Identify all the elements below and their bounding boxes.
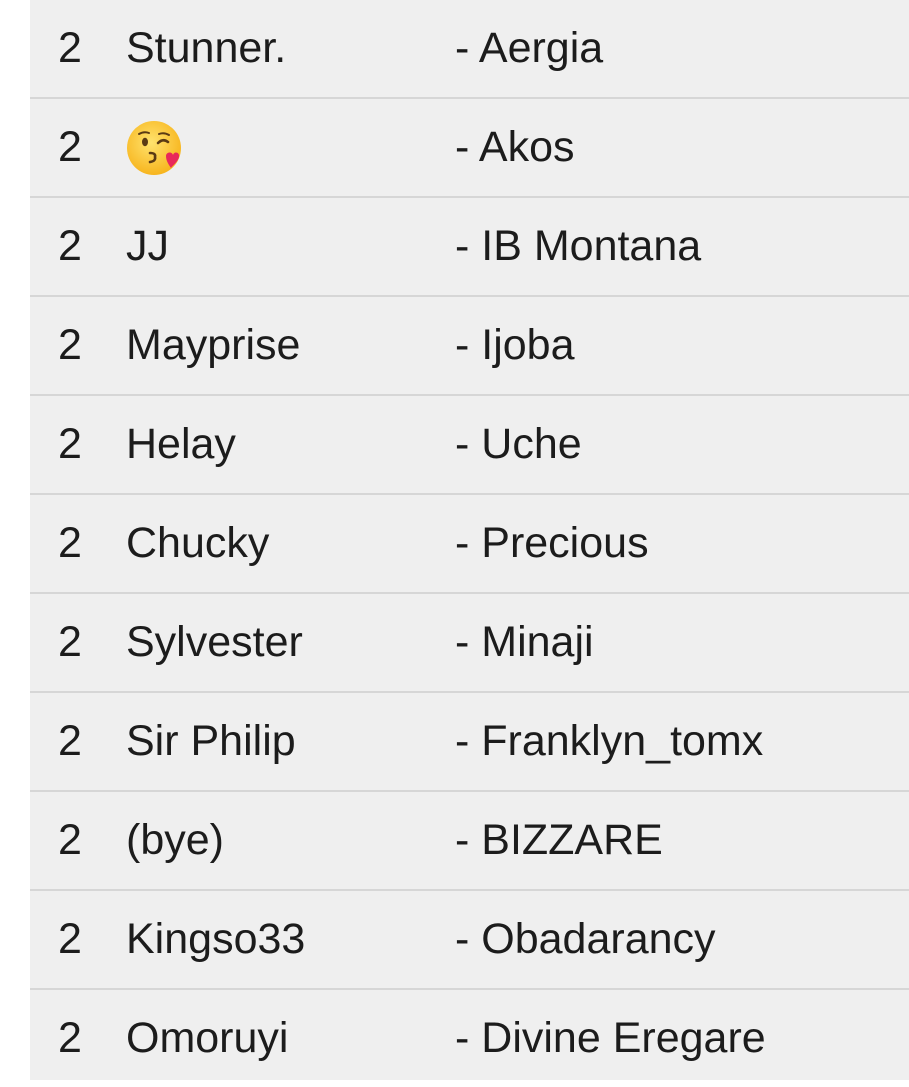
row-name: Stunner. xyxy=(126,24,287,72)
row-name xyxy=(126,120,182,176)
row-count: 2 xyxy=(58,816,82,864)
row-count: 2 xyxy=(58,915,82,963)
table-row: 2 Chucky - Precious xyxy=(30,495,909,594)
row-partner: - Ijoba xyxy=(455,321,575,369)
row-partner: - Divine Eregare xyxy=(455,1014,766,1062)
table-row: 2 (bye) - BIZZARE xyxy=(30,792,909,891)
row-partner: - BIZZARE xyxy=(455,816,663,864)
row-partner: - Minaji xyxy=(455,618,594,666)
row-count: 2 xyxy=(58,123,82,171)
table-row: 2 Helay - Uche xyxy=(30,396,909,495)
row-name: Helay xyxy=(126,420,236,468)
pairings-table: 2 Stunner. - Aergia 2 - Akos 2 JJ - IB M… xyxy=(30,0,909,1080)
row-count: 2 xyxy=(58,24,82,72)
row-name: JJ xyxy=(126,222,169,270)
table-row: 2 Omoruyi - Divine Eregare xyxy=(30,990,909,1087)
table-row: 2 Stunner. - Aergia xyxy=(30,0,909,99)
table-row: 2 Sir Philip - Franklyn_tomx xyxy=(30,693,909,792)
row-count: 2 xyxy=(58,519,82,567)
row-partner: - Precious xyxy=(455,519,649,567)
row-name: Mayprise xyxy=(126,321,301,369)
row-count: 2 xyxy=(58,321,82,369)
row-partner: - IB Montana xyxy=(455,222,702,270)
row-count: 2 xyxy=(58,222,82,270)
row-name: Kingso33 xyxy=(126,915,306,963)
row-partner: - Franklyn_tomx xyxy=(455,717,764,765)
row-count: 2 xyxy=(58,420,82,468)
row-count: 2 xyxy=(58,618,82,666)
table-row: 2 Sylvester - Minaji xyxy=(30,594,909,693)
table-row: 2 Kingso33 - Obadarancy xyxy=(30,891,909,990)
row-name: Sir Philip xyxy=(126,717,296,765)
row-name: Sylvester xyxy=(126,618,303,666)
table-row: 2 Mayprise - Ijoba xyxy=(30,297,909,396)
table-row: 2 JJ - IB Montana xyxy=(30,198,909,297)
row-count: 2 xyxy=(58,717,82,765)
row-partner: - Obadarancy xyxy=(455,915,716,963)
row-name: (bye) xyxy=(126,816,224,864)
row-name: Chucky xyxy=(126,519,270,567)
row-partner: - Akos xyxy=(455,123,575,171)
row-name: Omoruyi xyxy=(126,1014,289,1062)
table-row: 2 - Akos xyxy=(30,99,909,198)
kissing-face-icon xyxy=(127,120,181,175)
row-partner: - Uche xyxy=(455,420,582,468)
row-partner: - Aergia xyxy=(455,24,604,72)
row-count: 2 xyxy=(58,1014,82,1062)
